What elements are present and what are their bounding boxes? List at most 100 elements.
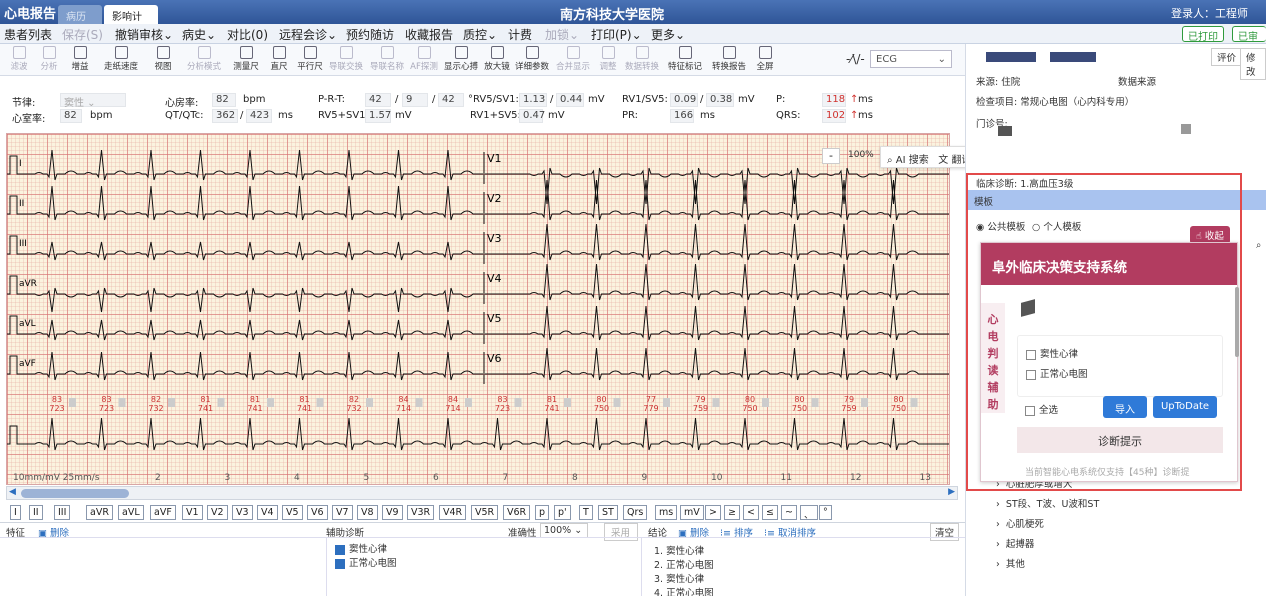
assist-item-1[interactable]: 窦性心律	[335, 541, 387, 555]
tree-item[interactable]: › 起搏器	[996, 536, 1256, 556]
rv1sv5-sum[interactable]: 0.47	[519, 109, 545, 123]
toolbar-button-17[interactable]: 调整	[594, 46, 622, 74]
toolbar-button-13[interactable]: 显示心搏	[440, 46, 482, 74]
menu-print[interactable]: 打印(P)⌄	[591, 26, 642, 43]
scroll-right-icon[interactable]: ▶	[948, 487, 955, 497]
tree-item[interactable]: › 心肌梗死	[996, 516, 1256, 536]
t-axis[interactable]: 42	[438, 93, 464, 107]
rv5-value[interactable]: 1.13	[519, 93, 547, 107]
toolbar-button-7[interactable]: 测量尺	[228, 46, 264, 74]
toolbar-button-16[interactable]: 合并显示	[552, 46, 594, 74]
lead-button[interactable]: <	[743, 505, 759, 520]
menu-patient-list[interactable]: 患者列表	[4, 26, 52, 43]
toolbar-button-21[interactable]: 全屏	[750, 46, 780, 74]
r-axis[interactable]: 9	[402, 93, 428, 107]
lead-button[interactable]: p	[535, 505, 550, 520]
lead-button[interactable]: °	[819, 505, 832, 520]
clear-button[interactable]: 清空	[930, 523, 960, 541]
menu-favorite[interactable]: 收藏报告	[405, 26, 453, 43]
toolbar-button-14[interactable]: 放大镜	[482, 46, 512, 74]
p-duration[interactable]: 118	[822, 93, 846, 107]
lead-button[interactable]: ST	[598, 505, 618, 520]
toolbar-button-10[interactable]: 导联交换	[326, 46, 366, 74]
pr-value[interactable]: 166	[670, 109, 694, 123]
lead-button[interactable]: V5	[282, 505, 303, 520]
menu-revoke[interactable]: 撤销审核⌄	[115, 26, 173, 43]
menu-quality[interactable]: 质控⌄	[463, 26, 497, 43]
toolbar-button-2[interactable]: 分析	[34, 46, 64, 74]
menu-compare[interactable]: 对比(0)	[227, 26, 268, 43]
beat-marker[interactable]	[564, 398, 571, 407]
menu-appointment[interactable]: 预约随访	[346, 26, 394, 43]
beat-marker[interactable]	[861, 398, 868, 407]
review-button[interactable]: 评价	[1211, 48, 1243, 66]
lead-button[interactable]: Qrs	[623, 505, 648, 520]
conclusion-item[interactable]: 2. 正常心电图	[654, 557, 954, 571]
lead-button[interactable]: ≤	[762, 505, 778, 520]
accuracy-select[interactable]: 100% ⌄	[540, 523, 588, 538]
lead-button[interactable]: T	[579, 505, 593, 520]
toolbar-button-4[interactable]: 走纸速度	[96, 46, 146, 74]
menu-remote[interactable]: 远程会诊⌄	[279, 26, 337, 43]
lead-button[interactable]: V5R	[471, 505, 499, 520]
beat-marker[interactable]	[267, 398, 274, 407]
lead-button[interactable]: V2	[207, 505, 228, 520]
beat-marker[interactable]	[910, 398, 918, 407]
vrate-value[interactable]: 82	[60, 109, 82, 123]
beat-marker[interactable]	[465, 398, 472, 407]
menu-save[interactable]: 保存(S)	[62, 26, 103, 43]
beat-marker[interactable]	[118, 398, 126, 407]
rhythm-select[interactable]: 窦性 ⌄	[60, 93, 126, 109]
toolbar-button-12[interactable]: AF探测	[408, 46, 440, 74]
toolbar-button-8[interactable]: 直尺	[264, 46, 294, 74]
toolbar-button-9[interactable]: 平行尺	[294, 46, 326, 74]
lead-button[interactable]: aVL	[118, 505, 144, 520]
menu-lock[interactable]: 加锁⌄	[545, 26, 579, 43]
lead-button[interactable]: >	[705, 505, 721, 520]
beat-marker[interactable]	[69, 398, 76, 407]
lead-button[interactable]: V3R	[407, 505, 435, 520]
ecg-grid[interactable]: I V1 II V2 III V3 aVR V4 aVL V5 aVF V6 83 723 83 723 82 7…	[6, 133, 950, 485]
scroll-left-icon[interactable]: ◀	[9, 487, 16, 497]
ecg-source-select[interactable]: ECG ⌄	[870, 50, 952, 68]
conclusion-item[interactable]: 1. 窦性心律	[654, 543, 954, 557]
sv5-value[interactable]: 0.38	[706, 93, 734, 107]
beat-marker[interactable]	[811, 398, 819, 407]
lead-button[interactable]: V1	[182, 505, 203, 520]
lead-button[interactable]: p'	[554, 505, 571, 520]
toolbar-button-11[interactable]: 导联名称	[366, 46, 408, 74]
tree-item[interactable]: › ST段、T波、U波和ST	[996, 496, 1256, 516]
checkbox[interactable]	[335, 558, 345, 569]
sv1-value[interactable]: 0.44	[556, 93, 584, 107]
lead-button[interactable]: mV	[680, 505, 704, 520]
toolbar-button-3[interactable]: 增益	[64, 46, 96, 74]
lead-button[interactable]: V3	[232, 505, 253, 520]
lead-button[interactable]: I	[10, 505, 21, 520]
tree-item[interactable]: › 其他	[996, 556, 1256, 576]
ai-search-button[interactable]: ⌕ AI 搜索	[887, 155, 929, 166]
toolbar-button-6[interactable]: 分析模式	[180, 46, 228, 74]
lead-button[interactable]: ms	[655, 505, 678, 520]
lead-button[interactable]: V4R	[439, 505, 467, 520]
toolbar-button-5[interactable]: 视图	[146, 46, 180, 74]
reviewed-button[interactable]: 已审核	[1232, 26, 1266, 58]
lead-button[interactable]: II	[29, 505, 43, 520]
lead-button[interactable]: V7	[332, 505, 353, 520]
beat-marker[interactable]	[168, 398, 175, 407]
lead-button[interactable]: V4	[257, 505, 278, 520]
beat-marker[interactable]	[217, 398, 225, 407]
lead-button[interactable]: III	[54, 505, 71, 520]
toolbar-button-18[interactable]: 数据转换	[622, 46, 662, 74]
beat-marker[interactable]	[366, 398, 373, 407]
conclusion-item[interactable]: 4. 正常心电图	[654, 585, 954, 596]
beat-marker[interactable]	[415, 398, 423, 407]
beat-marker[interactable]	[514, 398, 522, 407]
tab-record[interactable]: 病历	[58, 5, 102, 24]
menu-billing[interactable]: 计费	[508, 26, 532, 43]
beat-marker[interactable]	[663, 398, 670, 407]
printed-button[interactable]: 已打印	[1182, 26, 1224, 43]
scroll-thumb[interactable]	[21, 489, 129, 498]
toolbar-button-15[interactable]: 详细参数	[512, 46, 552, 74]
menu-more[interactable]: 更多⌄	[651, 26, 685, 43]
tab-ecg[interactable]: 影响计 ✕	[104, 5, 158, 34]
